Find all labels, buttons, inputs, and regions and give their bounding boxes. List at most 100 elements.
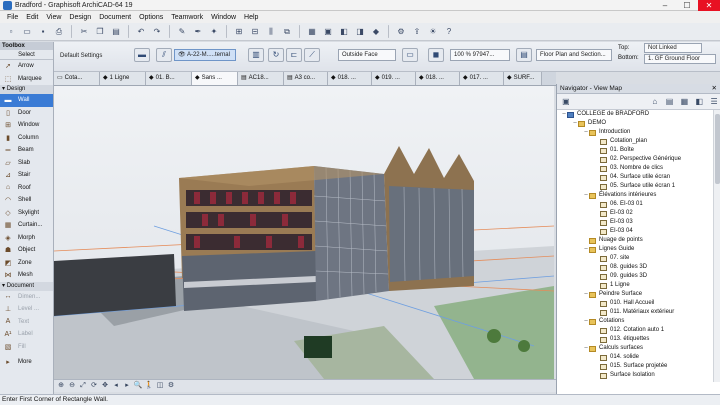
tree-item[interactable]: 015. Surface projetée <box>557 362 713 371</box>
tool-object[interactable]: ☗ Object <box>0 244 53 257</box>
tool-beam[interactable]: ═ Beam <box>0 144 53 157</box>
tool-morph[interactable]: ◈ Morph <box>0 232 53 245</box>
surface-icon[interactable]: ▭ <box>402 48 418 62</box>
menu-teamwork[interactable]: Teamwork <box>171 14 203 21</box>
zoom-out-icon[interactable]: ⊖ <box>67 381 77 391</box>
tool-curtain-wall[interactable]: ▦ Curtain... <box>0 219 53 232</box>
guide-lines-icon[interactable]: ⫼ <box>264 25 278 38</box>
menu-view[interactable]: View <box>46 14 61 21</box>
tool-dimension[interactable]: ↔ Dimen... <box>0 291 53 304</box>
publisher-sets-icon[interactable]: ▦ <box>678 96 690 107</box>
tool-fill[interactable]: ▧ Fill <box>0 341 53 354</box>
tree-item[interactable]: 011. Matériaux extérieur <box>557 308 713 317</box>
tree-item[interactable]: Nuage de points <box>557 236 713 245</box>
maximize-button[interactable]: ☐ <box>676 0 698 11</box>
tab-018-a[interactable]: ◆ 018. ... <box>328 72 372 85</box>
snap-guides-icon[interactable]: ⊞ <box>232 25 246 38</box>
cut-icon[interactable]: ✂ <box>77 25 91 38</box>
navigator-scrollbar[interactable] <box>713 110 720 382</box>
menu-options[interactable]: Options <box>139 14 163 21</box>
tree-item[interactable]: EI-03 02 <box>557 209 713 218</box>
tree-item[interactable]: 010. Hall Accueil <box>557 299 713 308</box>
tree-item[interactable]: – COLLEGE de BRADFORD <box>557 110 713 119</box>
design-group-header[interactable]: ▾ Design <box>0 85 53 94</box>
structure-icon[interactable]: ▥ <box>248 48 264 62</box>
reference-line-dropdown[interactable]: Outside Face <box>338 49 396 61</box>
tree-item[interactable]: 01. Boîte <box>557 146 713 155</box>
grid-snap-icon[interactable]: ⊟ <box>248 25 262 38</box>
organizer-icon[interactable]: ◧ <box>693 96 705 107</box>
tree-item[interactable]: EI-03 03 <box>557 218 713 227</box>
tool-marquee[interactable]: ⬚ Marquee <box>0 73 53 86</box>
tree-item[interactable]: 014. solide <box>557 353 713 362</box>
wall-settings-icon[interactable]: ▬ <box>134 48 150 62</box>
tree-item[interactable]: – Calculs surfaces <box>557 344 713 353</box>
tab-surf[interactable]: ◆ SURF... <box>504 72 542 85</box>
tree-item[interactable]: Surface Isolation <box>557 371 713 380</box>
explore-icon[interactable]: 🚶 <box>144 381 154 391</box>
tree-item[interactable]: 04. Surface utile écran <box>557 173 713 182</box>
tool-text[interactable]: A Text <box>0 316 53 329</box>
magic-wand-icon[interactable]: ✦ <box>207 25 221 38</box>
tab-017[interactable]: ◆ 017. ... <box>460 72 504 85</box>
section-icon[interactable]: ◧ <box>337 25 351 38</box>
tab-sans[interactable]: ◆ Sans ... <box>192 72 238 85</box>
tool-skylight[interactable]: ◇ Skylight <box>0 207 53 220</box>
pen-color-icon[interactable]: ◼ <box>428 48 444 62</box>
help-icon[interactable]: ? <box>442 25 456 38</box>
log-details-icon[interactable]: ▤ <box>516 48 532 62</box>
tool-slab[interactable]: ▱ Slab <box>0 157 53 170</box>
layer-dropdown[interactable]: 👁 A-22-M.....ternal <box>174 49 236 61</box>
view-map-icon[interactable]: ⌂ <box>649 96 661 107</box>
tree-item[interactable]: 013. étiquettes <box>557 335 713 344</box>
properties-icon[interactable]: ☰ <box>708 96 720 107</box>
tree-item[interactable]: 05. Surface utile écran 1 <box>557 182 713 191</box>
tool-level-dimension[interactable]: ⊥ Level ... <box>0 303 53 316</box>
floor-plan-icon[interactable]: ▣ <box>321 25 335 38</box>
minimize-button[interactable]: – <box>654 0 676 11</box>
tool-more[interactable]: ▸ More <box>0 356 53 369</box>
scale-field[interactable]: 100 % 97947... <box>450 49 510 61</box>
tool-column[interactable]: ▮ Column <box>0 132 53 145</box>
tree-item[interactable]: 06. EI-03 01 <box>557 200 713 209</box>
home-story-field[interactable]: 1. GF Ground Floor <box>644 54 716 64</box>
tree-item[interactable]: – DEMO <box>557 119 713 128</box>
select-tool-header[interactable]: Select <box>0 50 53 60</box>
previous-zoom-icon[interactable]: ◂ <box>111 381 121 391</box>
tab-01-boite[interactable]: ◆ 01. B... <box>146 72 192 85</box>
open-file-icon[interactable]: ▭ <box>20 25 34 38</box>
menu-document[interactable]: Document <box>99 14 131 21</box>
menu-help[interactable]: Help <box>244 14 258 21</box>
tab-019[interactable]: ◆ 019. ... <box>372 72 416 85</box>
tree-item[interactable]: 02. Perspective Générique <box>557 155 713 164</box>
tab-ac18[interactable]: ▤ AC18... <box>238 72 284 85</box>
zoom-in-icon[interactable]: ⊕ <box>56 381 66 391</box>
tab-1-ligne[interactable]: ◆ 1 Ligne <box>100 72 146 85</box>
3d-viewport[interactable] <box>54 86 554 379</box>
inject-icon[interactable]: ✒ <box>191 25 205 38</box>
close-button[interactable]: ✕ <box>698 0 720 11</box>
pan-icon[interactable]: ✥ <box>100 381 110 391</box>
tool-roof[interactable]: ⌂ Roof <box>0 182 53 195</box>
undo-icon[interactable]: ↶ <box>134 25 148 38</box>
slant-icon[interactable]: ⟋ <box>304 48 320 62</box>
scroll-thumb[interactable] <box>715 114 720 184</box>
suspend-groups-icon[interactable]: ⧉ <box>280 25 294 38</box>
tree-item[interactable]: 09. guides 3D <box>557 272 713 281</box>
tab-018-b[interactable]: ◆ 018. ... <box>416 72 460 85</box>
tool-wall[interactable]: ▬ Wall <box>0 94 53 107</box>
thickness-icon[interactable]: ⊏ <box>286 48 302 62</box>
tab-cota[interactable]: ▭ Cota... <box>54 72 100 85</box>
next-zoom-icon[interactable]: ▸ <box>122 381 132 391</box>
layout-book-icon[interactable]: ▤ <box>664 96 676 107</box>
tree-item[interactable]: 03. Nombre de clics <box>557 164 713 173</box>
tool-zone[interactable]: ◩ Zone <box>0 257 53 270</box>
tree-item[interactable]: 07. site <box>557 254 713 263</box>
new-file-icon[interactable]: ▫ <box>4 25 18 38</box>
redo-icon[interactable]: ↷ <box>150 25 164 38</box>
render-icon[interactable]: ☀ <box>426 25 440 38</box>
tool-mesh[interactable]: ⋈ Mesh <box>0 269 53 282</box>
project-map-icon[interactable]: ▣ <box>560 96 572 107</box>
menu-window[interactable]: Window <box>211 14 236 21</box>
fit-in-window-icon[interactable]: ⤢ <box>78 381 88 391</box>
